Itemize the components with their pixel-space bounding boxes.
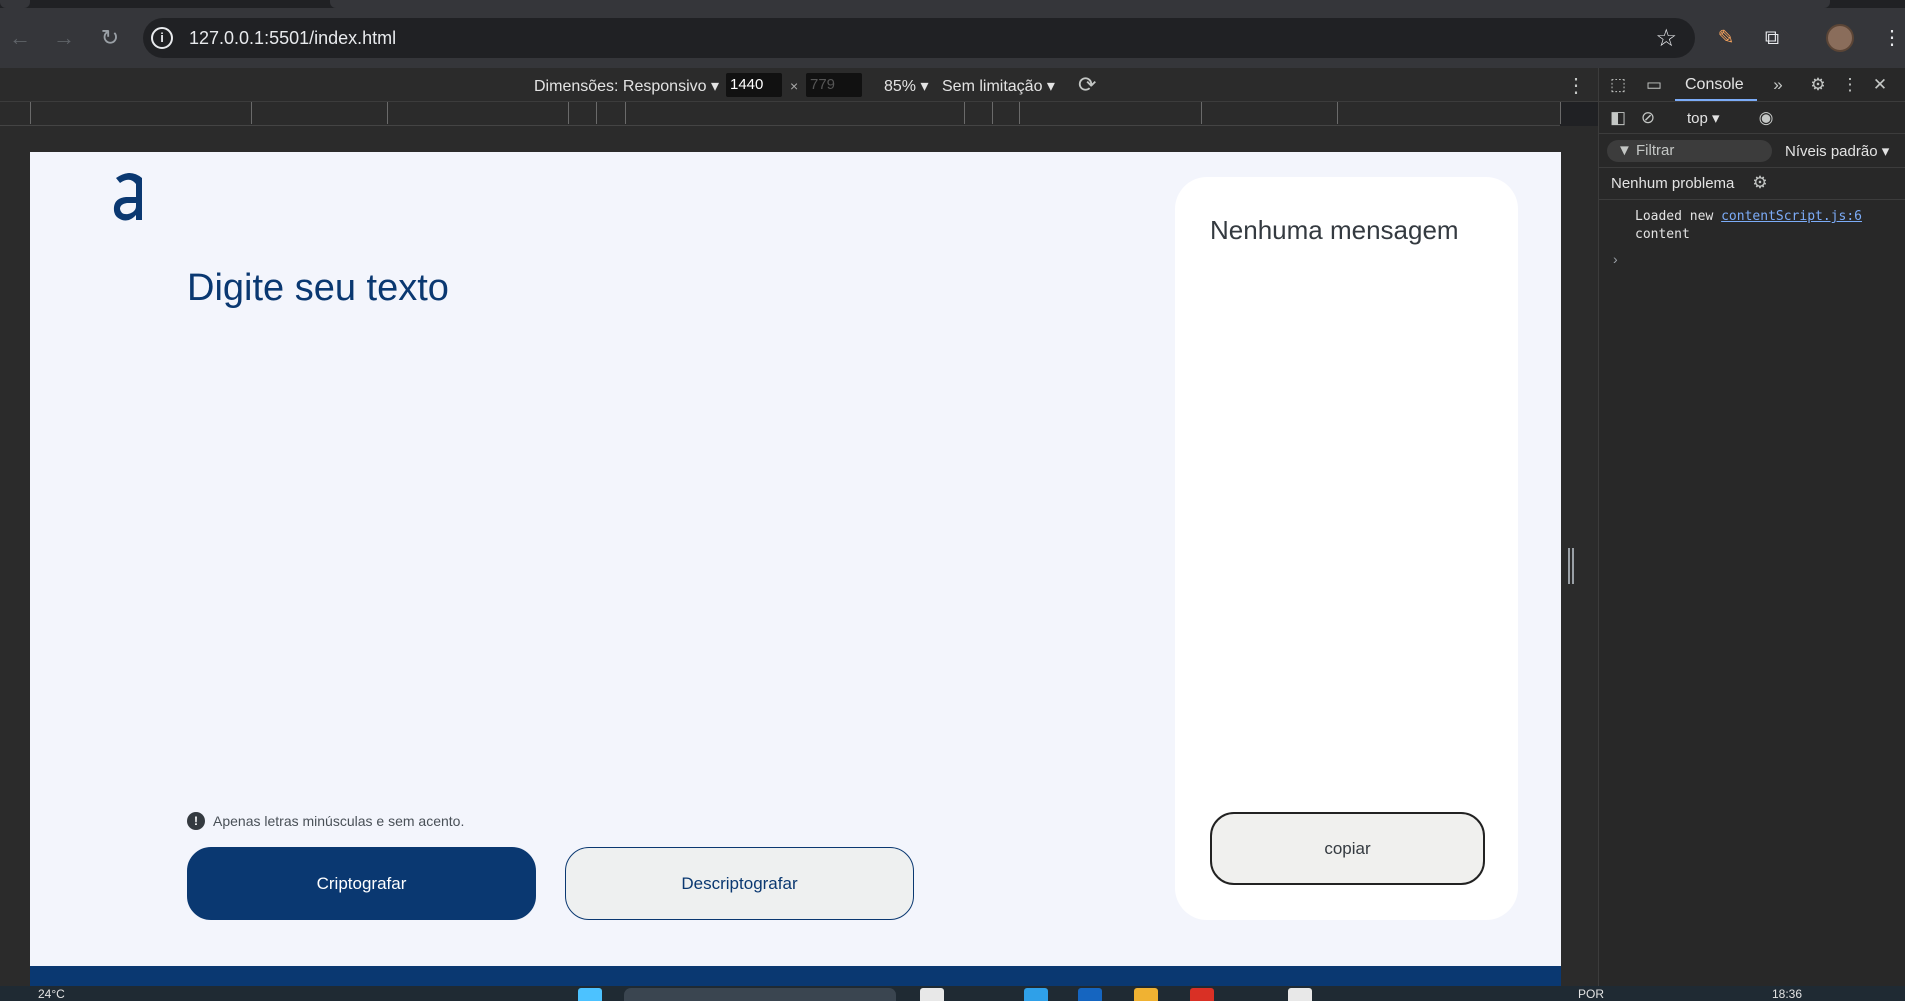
browser-tab-active[interactable] — [330, 0, 1830, 8]
close-icon[interactable]: ✕ — [1869, 74, 1891, 96]
sidebar-toggle-icon[interactable]: ◧ — [1607, 107, 1629, 129]
width-input[interactable]: 1440 — [726, 73, 782, 97]
os-taskbar: 24°C POR 18:36 — [0, 986, 1905, 1001]
emulated-page: Digite seu texto ! Apenas letras minúscu… — [30, 152, 1561, 986]
device-toggle-icon[interactable]: ▭ — [1643, 74, 1665, 96]
dimensions-dropdown[interactable]: Dimensões: Responsivo ▾ — [534, 76, 719, 96]
alura-logo — [113, 173, 142, 221]
page-footer — [30, 966, 1561, 986]
console-log-message: Loaded new contentScript.js:6 content — [1635, 209, 1862, 242]
address-bar[interactable]: i 127.0.0.1:5501/index.html ☆ — [143, 18, 1695, 58]
throttle-dropdown[interactable]: Sem limitação ▾ — [942, 76, 1055, 96]
browser-menu-icon[interactable]: ⋮ — [1878, 24, 1905, 52]
source-link[interactable]: contentScript.js:6 — [1721, 209, 1862, 224]
profile-avatar[interactable] — [1826, 24, 1854, 52]
warning-row: ! Apenas letras minúsculas e sem acento. — [187, 812, 464, 830]
weather-temp[interactable]: 24°C — [38, 987, 65, 1001]
decrypt-button[interactable]: Descriptografar — [565, 847, 914, 920]
resize-handle[interactable] — [1568, 548, 1574, 584]
language-indicator[interactable]: POR — [1578, 987, 1604, 1001]
devtools-panel: ⬚ ▭ Console » ⚙ ⋮ ✕ ◧ ⊘ top ▾ ◉ ▼ Filtra… — [1598, 68, 1905, 986]
devtools-tabbar: ⬚ ▭ Console » ⚙ ⋮ ✕ — [1599, 68, 1905, 102]
bookmark-star-icon[interactable]: ☆ — [1655, 24, 1677, 53]
devtools-menu-icon[interactable]: ⋮ — [1839, 74, 1861, 96]
console-prompt-icon[interactable]: › — [1613, 251, 1618, 267]
console-settings-gear-icon[interactable]: ⚙ — [1749, 172, 1771, 194]
tab-strip — [0, 0, 1905, 8]
pen-extension-icon[interactable]: ✎ — [1712, 24, 1740, 52]
inspect-element-icon[interactable]: ⬚ — [1607, 74, 1629, 96]
encrypt-button[interactable]: Criptografar — [187, 847, 536, 920]
url-text[interactable]: 127.0.0.1:5501/index.html — [189, 28, 396, 49]
chrome-icon[interactable] — [1190, 988, 1214, 1001]
extensions-puzzle-icon[interactable]: ⧉ — [1758, 24, 1786, 52]
output-heading: Nenhuma mensagem — [1210, 215, 1459, 245]
settings-gear-icon[interactable]: ⚙ — [1807, 74, 1829, 96]
tab-console[interactable]: Console — [1685, 76, 1744, 94]
filter-row: ▼ Filtrar Níveis padrão ▾ — [1599, 134, 1905, 168]
browser-toolbar: ← → ↻ i 127.0.0.1:5501/index.html ☆ ✎ ⧉ … — [0, 8, 1905, 68]
edge-icon[interactable] — [1024, 988, 1048, 1001]
more-tabs-icon[interactable]: » — [1767, 74, 1789, 96]
back-icon[interactable]: ← — [4, 22, 36, 54]
taskbar-app-icon[interactable] — [1078, 988, 1102, 1001]
issues-count[interactable]: Nenhum problema — [1611, 175, 1734, 192]
active-tab-indicator — [1675, 99, 1757, 101]
device-toolbar: Dimensões: Responsivo ▾ 1440 × 779 85% ▾… — [0, 68, 1598, 102]
reload-icon[interactable]: ↻ — [94, 22, 126, 54]
live-expression-eye-icon[interactable]: ◉ — [1755, 107, 1777, 129]
media-query-ruler[interactable] — [0, 102, 1561, 126]
site-info-icon[interactable]: i — [151, 27, 173, 49]
exclamation-icon: ! — [187, 812, 205, 830]
clear-console-icon[interactable]: ⊘ — [1637, 107, 1659, 129]
context-select[interactable]: top ▾ — [1687, 109, 1720, 127]
file-explorer-icon[interactable] — [1134, 988, 1158, 1001]
taskbar-app-icon[interactable] — [920, 988, 944, 1001]
output-card: Nenhuma mensagem copiar — [1175, 177, 1518, 920]
start-icon[interactable] — [578, 988, 602, 1001]
clock[interactable]: 18:36 — [1772, 987, 1802, 1001]
log-levels-dropdown[interactable]: Níveis padrão ▾ — [1785, 142, 1889, 160]
rotate-icon[interactable]: ⟳ — [1078, 72, 1096, 98]
forward-icon[interactable]: → — [48, 22, 80, 54]
browser-tab[interactable] — [0, 0, 30, 8]
text-input-placeholder[interactable]: Digite seu texto — [187, 267, 449, 310]
device-more-icon[interactable]: ⋮ — [1566, 73, 1586, 98]
zoom-dropdown[interactable]: 85% ▾ — [884, 76, 929, 96]
times-sign: × — [790, 78, 799, 94]
filter-input[interactable]: ▼ Filtrar — [1607, 140, 1772, 162]
issues-row: Nenhum problema ⚙ — [1599, 168, 1905, 200]
search-box[interactable] — [624, 988, 896, 1001]
height-input[interactable]: 779 — [806, 73, 862, 97]
warning-text: Apenas letras minúsculas e sem acento. — [213, 813, 465, 829]
copy-button[interactable]: copiar — [1210, 812, 1485, 885]
console-toolbar: ◧ ⊘ top ▾ ◉ — [1599, 102, 1905, 134]
taskbar-app-icon[interactable] — [1288, 988, 1312, 1001]
